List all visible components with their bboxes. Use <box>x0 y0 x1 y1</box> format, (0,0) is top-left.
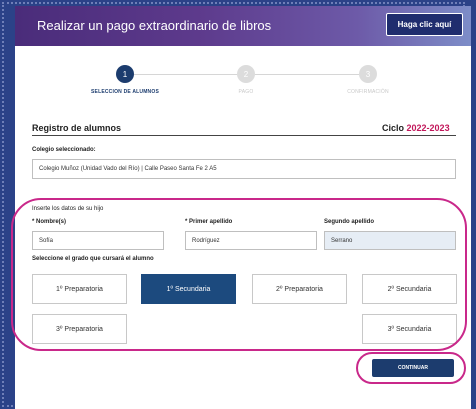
cycle-indicator: Ciclo 2022-2023 <box>382 123 450 133</box>
colegio-field[interactable]: Colegio Muñoz (Unidad Vado del Río) | Ca… <box>32 159 456 179</box>
click-here-button[interactable]: Haga clic aquí <box>386 13 463 36</box>
highlight-oval-continue <box>356 352 466 384</box>
step-2-label: PAGO <box>238 89 254 95</box>
cycle-label: Ciclo <box>382 123 405 133</box>
section-divider <box>32 135 456 136</box>
header-bar: Realizar un pago extraordinario de libro… <box>15 6 471 46</box>
highlight-oval-form <box>11 198 467 351</box>
step-3-circle: 3 <box>359 65 377 83</box>
step-3-label: CONFIRMACIÓN <box>347 89 389 95</box>
step-2-circle: 2 <box>237 65 255 83</box>
page-title: Realizar un pago extraordinario de libro… <box>37 18 272 33</box>
step-1-label: SELECCION DE ALUMNOS <box>91 89 159 95</box>
registro-title: Registro de alumnos <box>32 123 122 133</box>
cycle-year: 2022-2023 <box>406 123 450 133</box>
colegio-label: Colegio seleccionado: <box>32 147 96 153</box>
stepper-line-2 <box>255 74 359 75</box>
stepper-line-1 <box>133 74 237 75</box>
step-1-circle: 1 <box>116 65 134 83</box>
